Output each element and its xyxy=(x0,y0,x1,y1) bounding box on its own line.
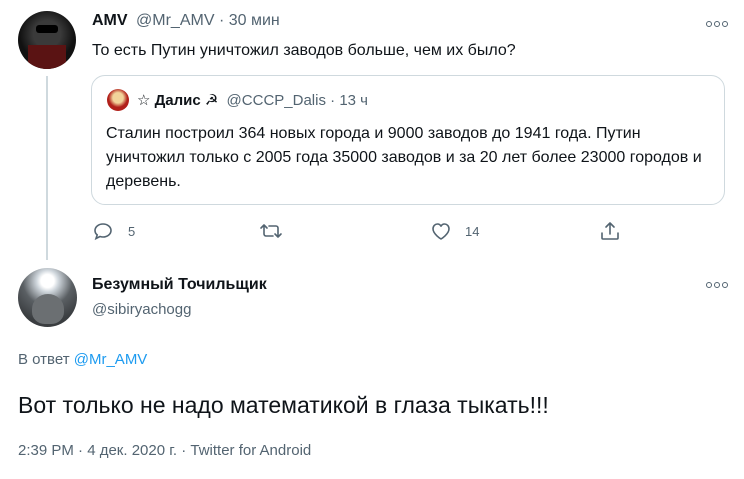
heart-icon[interactable] xyxy=(430,221,452,241)
more-dots-icon[interactable] xyxy=(706,21,728,27)
tweet-meta: 2:39 PM · 4 дек. 2020 г. · Twitter for A… xyxy=(18,442,312,459)
separator: · xyxy=(218,12,225,29)
hammer-sickle-icon: ☭ xyxy=(204,92,219,109)
parent-tweet-header: AMV @Mr_AMV · 30 мин xyxy=(92,12,280,30)
like-count: 14 xyxy=(465,224,480,239)
tweet-text: То есть Путин уничтожил заводов больше, … xyxy=(92,42,516,59)
time-ago[interactable]: 30 мин xyxy=(229,12,280,29)
retweet-icon[interactable] xyxy=(259,221,283,241)
more-dots-icon[interactable] xyxy=(706,282,728,288)
author-handle[interactable]: @Mr_AMV xyxy=(136,12,214,29)
reply-count: 5 xyxy=(128,224,136,239)
quoted-time-ago[interactable]: 13 ч xyxy=(339,92,368,109)
main-author-name[interactable]: Безумный Точильщик xyxy=(92,276,267,294)
reply-icon[interactable] xyxy=(93,221,113,241)
separator: · xyxy=(330,92,336,109)
avatar-dalis[interactable] xyxy=(107,89,129,111)
quoted-header: ☆ Далис ☭ @CCCP_Dalis · 13 ч xyxy=(137,91,368,109)
main-tweet-text: Вот только не надо математикой в глаза т… xyxy=(18,392,549,418)
avatar-amv[interactable] xyxy=(18,11,76,69)
reply-prefix: В ответ xyxy=(18,351,70,368)
thread-line xyxy=(46,76,48,260)
author-name[interactable]: AMV xyxy=(92,12,128,29)
quoted-text: Сталин построил 364 новых города и 9000 … xyxy=(106,125,702,190)
avatar-bezumny[interactable] xyxy=(18,268,77,327)
quoted-author-name[interactable]: Далис xyxy=(155,92,201,109)
share-icon[interactable] xyxy=(599,220,621,242)
main-author-handle[interactable]: @sibiryachogg xyxy=(92,301,191,318)
quoted-handle[interactable]: @CCCP_Dalis xyxy=(227,92,326,109)
reply-context: В ответ @Mr_AMV xyxy=(18,351,147,368)
star-icon: ☆ xyxy=(137,92,151,109)
reply-to-handle[interactable]: @Mr_AMV xyxy=(74,351,148,368)
